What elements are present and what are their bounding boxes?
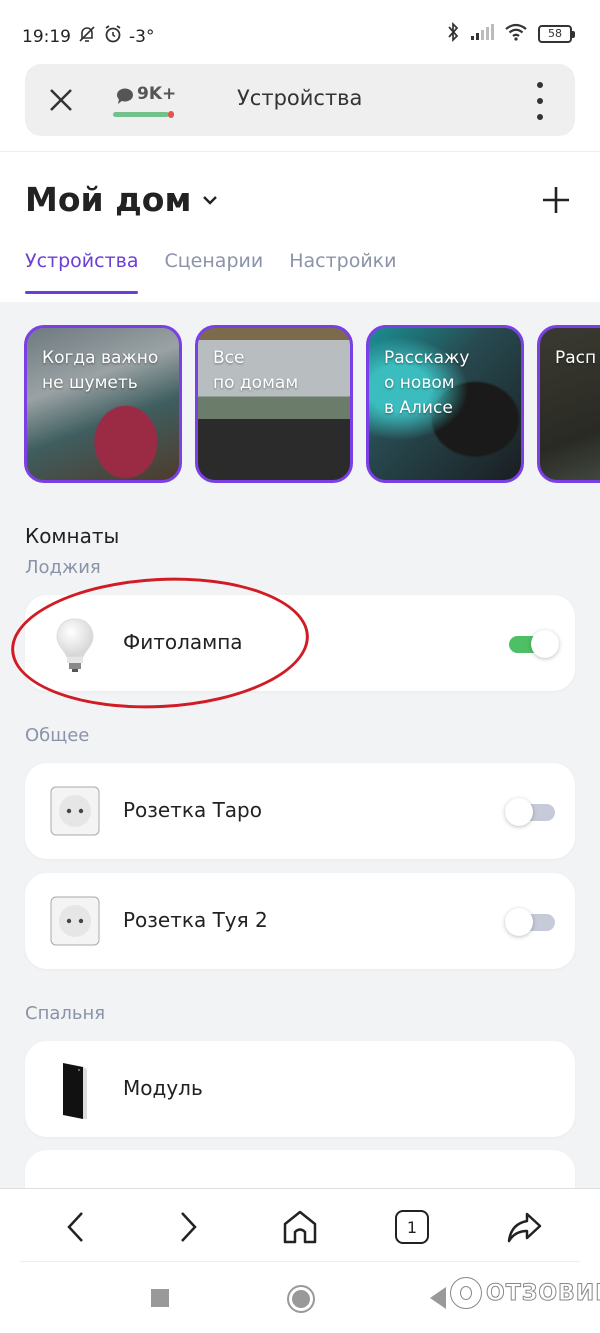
rooms-title: Комнаты bbox=[25, 524, 120, 548]
temperature: -3° bbox=[129, 26, 155, 47]
share-button[interactable] bbox=[502, 1205, 546, 1249]
story-card[interactable]: Все по домам bbox=[195, 325, 353, 483]
more-dot-icon bbox=[537, 114, 543, 120]
chevron-down-icon bbox=[203, 195, 218, 205]
room-label: Спальня bbox=[25, 1003, 106, 1024]
story-card[interactable]: Когда важно не шуметь bbox=[24, 325, 182, 483]
progress-bar bbox=[113, 112, 169, 117]
chevron-right-icon bbox=[181, 1212, 197, 1242]
room-label: Лоджия bbox=[25, 557, 101, 578]
browser-top-bar: 9K+ Устройства bbox=[0, 62, 600, 152]
notification-count: 9K+ bbox=[137, 84, 177, 104]
more-menu-button[interactable] bbox=[533, 82, 547, 120]
story-text: Когда важно не шуметь bbox=[42, 348, 159, 393]
recents-button[interactable] bbox=[151, 1289, 169, 1307]
lightbulb-icon bbox=[49, 617, 101, 672]
page-title: Устройства bbox=[237, 86, 363, 110]
forward-button[interactable] bbox=[166, 1205, 210, 1249]
more-dot-icon bbox=[537, 98, 543, 104]
tabs-button[interactable]: 1 bbox=[390, 1205, 434, 1249]
tabs: Устройства Сценарии Настройки bbox=[25, 250, 397, 294]
device-name: Розетка Таро bbox=[123, 798, 262, 822]
wifi-icon bbox=[504, 23, 528, 45]
system-home-button[interactable] bbox=[287, 1285, 315, 1313]
chat-bubble-icon bbox=[117, 88, 133, 104]
alarm-icon bbox=[103, 24, 123, 49]
story-text: Расп bbox=[555, 348, 597, 368]
device-card[interactable]: Модуль bbox=[25, 1041, 575, 1137]
device-name: Модуль bbox=[123, 1076, 203, 1100]
home-icon bbox=[283, 1210, 317, 1244]
device-toggle[interactable] bbox=[507, 630, 559, 658]
more-dot-icon bbox=[537, 82, 543, 88]
room-label: Общее bbox=[25, 725, 90, 746]
device-toggle[interactable] bbox=[505, 798, 557, 826]
story-text: Расскажу о новом в Алисе bbox=[384, 348, 470, 418]
story-text: Все по домам bbox=[213, 348, 299, 393]
watermark-logo-icon bbox=[450, 1277, 482, 1309]
watermark: ОТЗОВИК bbox=[450, 1277, 600, 1309]
browser-bottom-bar: 1 ОТЗОВИК bbox=[0, 1188, 600, 1333]
module-icon bbox=[49, 1063, 101, 1119]
home-header: Мой дом Устройства Сценарии Настройки bbox=[0, 152, 600, 302]
status-bar: 19:19 -3° 58 bbox=[0, 0, 600, 62]
system-nav-bar: ОТЗОВИК bbox=[0, 1277, 600, 1315]
plus-icon bbox=[543, 187, 569, 213]
story-card[interactable]: Расскажу о новом в Алисе bbox=[366, 325, 524, 483]
story-card[interactable]: Расп bbox=[537, 325, 600, 483]
screen: 19:19 -3° 58 9K+ Устройства Мой дом Устр… bbox=[0, 0, 600, 1333]
socket-icon bbox=[49, 785, 101, 837]
home-title: Мой дом bbox=[25, 180, 192, 219]
home-button[interactable] bbox=[278, 1205, 322, 1249]
device-name: Фитолампа bbox=[123, 630, 243, 654]
tab-scenarios[interactable]: Сценарии bbox=[164, 250, 263, 294]
battery-icon: 58 bbox=[538, 25, 575, 43]
tab-settings[interactable]: Настройки bbox=[289, 250, 396, 294]
tabs-count: 1 bbox=[395, 1210, 429, 1244]
tab-devices[interactable]: Устройства bbox=[25, 250, 139, 294]
device-toggle[interactable] bbox=[505, 908, 557, 936]
back-button[interactable] bbox=[54, 1205, 98, 1249]
device-card[interactable]: Розетка Туя 2 bbox=[25, 873, 575, 969]
add-button[interactable] bbox=[540, 184, 572, 216]
muted-bell-icon bbox=[77, 24, 97, 49]
device-card[interactable]: Розетка Таро bbox=[25, 763, 575, 859]
bluetooth-icon bbox=[446, 21, 460, 46]
stories-carousel[interactable]: Когда важно не шуметь Все по домам Расск… bbox=[24, 325, 600, 483]
system-back-button[interactable] bbox=[430, 1287, 446, 1309]
device-card[interactable]: Фитолампа bbox=[25, 595, 575, 691]
close-button[interactable] bbox=[45, 84, 77, 116]
chevron-left-icon bbox=[67, 1212, 83, 1242]
signal-icon bbox=[470, 24, 494, 44]
share-icon bbox=[507, 1212, 542, 1243]
close-icon bbox=[50, 89, 72, 111]
notifications-badge[interactable]: 9K+ bbox=[113, 82, 177, 122]
socket-icon bbox=[49, 895, 101, 947]
home-selector[interactable]: Мой дом bbox=[25, 180, 219, 219]
status-time: 19:19 bbox=[22, 26, 71, 47]
device-name: Розетка Туя 2 bbox=[123, 908, 268, 932]
